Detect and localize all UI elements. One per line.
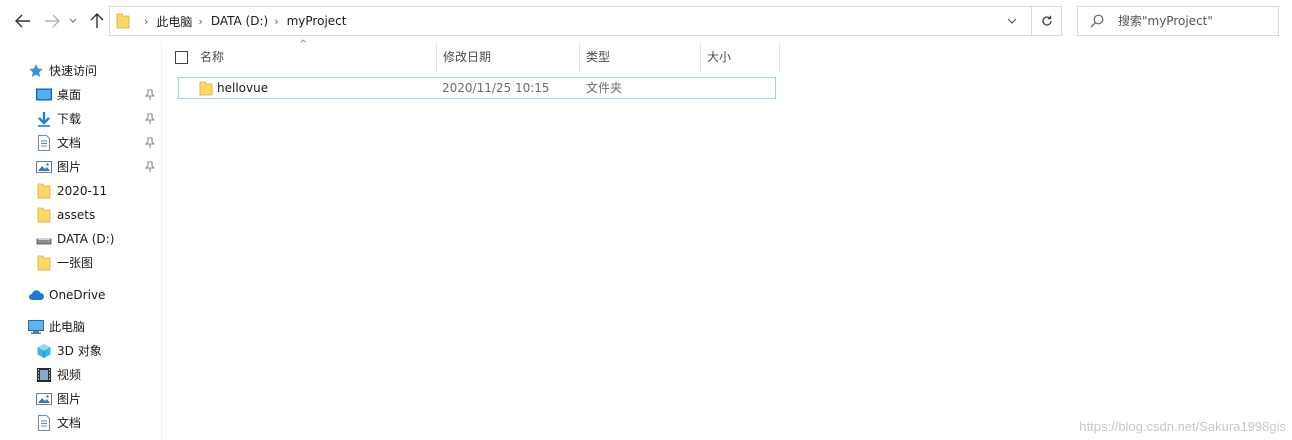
nav-item-documents[interactable]: 文档 xyxy=(0,131,162,155)
chevron-down-icon xyxy=(69,18,77,23)
star-icon xyxy=(29,64,43,77)
computer-icon xyxy=(28,320,44,334)
breadcrumb-separator[interactable]: › xyxy=(192,15,210,28)
pin-icon[interactable] xyxy=(145,137,155,149)
nav-item-3d-objects[interactable]: 3D 对象 xyxy=(0,339,162,363)
download-icon xyxy=(38,112,50,127)
refresh-button[interactable] xyxy=(1031,7,1061,35)
nav-item-desktop[interactable]: 桌面 xyxy=(0,83,162,107)
folder-icon xyxy=(37,183,51,199)
column-divider[interactable] xyxy=(779,44,780,72)
refresh-icon xyxy=(1041,15,1052,26)
nav-label: 视频 xyxy=(57,368,82,382)
search-box[interactable]: 搜索"myProject" xyxy=(1077,6,1279,36)
pin-icon[interactable] xyxy=(145,113,155,125)
recent-locations-button[interactable] xyxy=(66,9,80,33)
breadcrumb-current[interactable]: myProject xyxy=(287,14,347,28)
folder-icon xyxy=(37,207,51,223)
back-button[interactable] xyxy=(12,9,34,33)
chevron-down-icon xyxy=(1007,18,1017,24)
nav-onedrive[interactable]: OneDrive xyxy=(0,283,162,307)
forward-button[interactable] xyxy=(41,9,63,33)
nav-item-data-drive[interactable]: DATA (D:) xyxy=(0,227,162,251)
nav-item-assets[interactable]: assets xyxy=(0,203,162,227)
file-name: hellovue xyxy=(217,81,269,95)
drive-icon xyxy=(36,238,52,245)
nav-label: 此电脑 xyxy=(49,320,86,334)
pictures-icon xyxy=(36,161,52,173)
column-date[interactable]: 修改日期 xyxy=(437,42,579,72)
nav-label: 桌面 xyxy=(57,88,82,102)
nav-label: DATA (D:) xyxy=(57,232,115,246)
nav-item-pictures[interactable]: 图片 xyxy=(0,155,162,179)
breadcrumb-this-pc[interactable]: 此电脑 xyxy=(156,13,192,30)
desktop-icon xyxy=(36,88,52,101)
document-icon xyxy=(38,415,50,431)
nav-label: 图片 xyxy=(57,160,82,174)
pin-icon[interactable] xyxy=(145,161,155,173)
arrow-up-icon xyxy=(90,13,104,28)
breadcrumb: › 此电脑 › DATA (D:) › myProject xyxy=(138,7,346,35)
address-history-button[interactable] xyxy=(1001,7,1023,35)
watermark: https://blog.csdn.net/Sakura1998gis xyxy=(1079,419,1286,434)
navigation-pane: 快速访问 桌面 下载 文档 图片 2020-11 assets DATA (D:… xyxy=(0,42,162,440)
document-icon xyxy=(38,135,50,151)
nav-label: 文档 xyxy=(57,416,82,430)
folder-icon xyxy=(116,13,130,29)
search-icon xyxy=(1090,14,1104,28)
column-type[interactable]: 类型 xyxy=(580,42,700,72)
nav-item-yizhangtu[interactable]: 一张图 xyxy=(0,251,162,275)
nav-item-videos[interactable]: 视频 xyxy=(0,363,162,387)
address-bar[interactable]: › 此电脑 › DATA (D:) › myProject xyxy=(109,6,1062,36)
nav-label: 一张图 xyxy=(57,256,94,270)
up-button[interactable] xyxy=(86,9,108,33)
nav-label: OneDrive xyxy=(49,288,106,302)
cube-icon xyxy=(37,344,51,358)
nav-item-downloads[interactable]: 下载 xyxy=(0,107,162,131)
nav-label: assets xyxy=(57,208,96,222)
search-placeholder: 搜索"myProject" xyxy=(1118,14,1213,28)
column-size[interactable]: 大小 xyxy=(701,42,779,72)
folder-icon xyxy=(199,81,213,96)
column-header: ^ 名称 修改日期 类型 大小 xyxy=(163,39,783,72)
nav-label: 快速访问 xyxy=(49,64,98,78)
nav-item-pc-documents[interactable]: 文档 xyxy=(0,411,162,435)
file-row[interactable]: hellovue 2020/11/25 10:15 文件夹 xyxy=(178,77,776,99)
nav-label: 图片 xyxy=(57,392,82,406)
column-name[interactable]: 名称 xyxy=(194,42,436,72)
file-type: 文件夹 xyxy=(586,81,623,95)
nav-item-2020-11[interactable]: 2020-11 xyxy=(0,179,162,203)
video-icon xyxy=(37,368,51,382)
nav-label: 3D 对象 xyxy=(57,344,102,358)
nav-item-pc-pictures[interactable]: 图片 xyxy=(0,387,162,411)
pin-icon[interactable] xyxy=(145,89,155,101)
nav-this-pc[interactable]: 此电脑 xyxy=(0,315,162,339)
breadcrumb-drive[interactable]: DATA (D:) xyxy=(211,14,268,28)
address-toolbar: › 此电脑 › DATA (D:) › myProject 搜索"myProje… xyxy=(0,0,1292,42)
folder-icon xyxy=(37,255,51,271)
breadcrumb-separator[interactable]: › xyxy=(138,15,156,28)
nav-label: 文档 xyxy=(57,136,82,150)
nav-quick-access[interactable]: 快速访问 xyxy=(0,59,162,83)
select-all-checkbox[interactable] xyxy=(175,51,188,64)
nav-label: 下载 xyxy=(57,112,82,126)
breadcrumb-separator[interactable]: › xyxy=(268,15,286,28)
cloud-icon xyxy=(29,290,44,300)
file-date: 2020/11/25 10:15 xyxy=(442,81,550,95)
arrow-left-icon xyxy=(15,14,30,28)
nav-label: 2020-11 xyxy=(57,184,108,198)
arrow-right-icon xyxy=(45,14,60,28)
pictures-icon xyxy=(36,393,52,405)
